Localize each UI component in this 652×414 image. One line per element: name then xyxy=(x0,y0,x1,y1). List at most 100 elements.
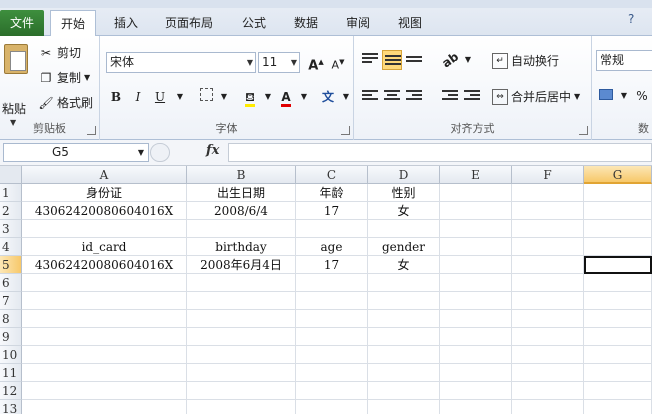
cell-a7[interactable] xyxy=(22,292,187,310)
tab-insert[interactable]: 插入 xyxy=(104,10,148,36)
cell-f8[interactable] xyxy=(512,310,584,328)
phonetic-dropdown-icon[interactable]: ▼ xyxy=(336,87,356,107)
insert-function-icon[interactable]: fx xyxy=(206,143,219,158)
phonetic-button[interactable]: 文 xyxy=(318,87,338,107)
cell-f7[interactable] xyxy=(512,292,584,310)
cell-f11[interactable] xyxy=(512,364,584,382)
cell-b4[interactable]: birthday xyxy=(187,238,296,256)
help-icon[interactable]: ? xyxy=(628,12,642,26)
increase-indent-button[interactable] xyxy=(462,86,482,106)
select-all-corner[interactable] xyxy=(0,166,22,184)
cell-d10[interactable] xyxy=(368,346,440,364)
row-header[interactable]: 5 xyxy=(0,256,22,274)
cell-g6[interactable] xyxy=(584,274,652,292)
accounting-format-button[interactable] xyxy=(596,86,616,106)
cell-a3[interactable] xyxy=(22,220,187,238)
cell-c13[interactable] xyxy=(296,400,368,414)
cell-e4[interactable] xyxy=(440,238,512,256)
row-header[interactable]: 10 xyxy=(0,346,22,364)
cell-g11[interactable] xyxy=(584,364,652,382)
align-right-button[interactable] xyxy=(404,86,424,106)
cell-b6[interactable] xyxy=(187,274,296,292)
cell-a11[interactable] xyxy=(22,364,187,382)
cell-d7[interactable] xyxy=(368,292,440,310)
bold-button[interactable]: B xyxy=(106,87,126,107)
cell-e9[interactable] xyxy=(440,328,512,346)
column-header-e[interactable]: E xyxy=(440,166,512,184)
cell-b1[interactable]: 出生日期 xyxy=(187,184,296,202)
wrap-text-button[interactable]: ↵ 自动换行 xyxy=(492,52,559,69)
clipboard-launcher-icon[interactable] xyxy=(87,126,96,135)
cell-d5[interactable]: 女 xyxy=(368,256,440,274)
row-header[interactable]: 7 xyxy=(0,292,22,310)
cell-d6[interactable] xyxy=(368,274,440,292)
cell-c6[interactable] xyxy=(296,274,368,292)
tab-view[interactable]: 视图 xyxy=(388,10,432,36)
cell-f3[interactable] xyxy=(512,220,584,238)
column-header-f[interactable]: F xyxy=(512,166,584,184)
cell-d9[interactable] xyxy=(368,328,440,346)
cell-e6[interactable] xyxy=(440,274,512,292)
align-bottom-button[interactable] xyxy=(404,50,424,70)
formula-input[interactable] xyxy=(228,143,652,162)
cell-b2[interactable]: 2008/6/4 xyxy=(187,202,296,220)
cell-b13[interactable] xyxy=(187,400,296,414)
formula-bar-handle[interactable] xyxy=(150,143,170,162)
cell-f1[interactable] xyxy=(512,184,584,202)
chevron-down-icon[interactable]: ▼ xyxy=(138,144,144,161)
decrease-indent-button[interactable] xyxy=(440,86,460,106)
cell-b5[interactable]: 2008年6月4日 xyxy=(187,256,296,274)
cell-a1[interactable]: 身份证 xyxy=(22,184,187,202)
cell-a13[interactable] xyxy=(22,400,187,414)
shrink-font-button[interactable]: A▼ xyxy=(328,52,348,72)
column-header-g[interactable]: G xyxy=(584,166,652,184)
cell-g13[interactable] xyxy=(584,400,652,414)
cell-g1[interactable] xyxy=(584,184,652,202)
cell-e12[interactable] xyxy=(440,382,512,400)
tab-file[interactable]: 文件 xyxy=(0,10,44,36)
paste-button[interactable]: 粘贴 ▼ xyxy=(0,36,32,127)
cell-d4[interactable]: gender xyxy=(368,238,440,256)
align-middle-button[interactable] xyxy=(382,50,402,70)
cell-b11[interactable] xyxy=(187,364,296,382)
copy-dropdown-icon[interactable]: ▼ xyxy=(84,73,90,82)
cell-a8[interactable] xyxy=(22,310,187,328)
cell-c8[interactable] xyxy=(296,310,368,328)
cell-f6[interactable] xyxy=(512,274,584,292)
cell-f5[interactable] xyxy=(512,256,584,274)
cell-c5[interactable]: 17 xyxy=(296,256,368,274)
cell-f9[interactable] xyxy=(512,328,584,346)
tab-home[interactable]: 开始 xyxy=(50,10,96,37)
cell-b8[interactable] xyxy=(187,310,296,328)
borders-button[interactable] xyxy=(196,87,216,107)
orientation-dropdown-icon[interactable]: ▼ xyxy=(458,50,478,70)
row-header[interactable]: 6 xyxy=(0,274,22,292)
cell-a9[interactable] xyxy=(22,328,187,346)
orientation-button[interactable]: ab xyxy=(439,49,461,70)
cell-c10[interactable] xyxy=(296,346,368,364)
font-launcher-icon[interactable] xyxy=(341,126,350,135)
grow-font-button[interactable]: A▲ xyxy=(306,52,326,73)
cell-f4[interactable] xyxy=(512,238,584,256)
cell-f10[interactable] xyxy=(512,346,584,364)
alignment-launcher-icon[interactable] xyxy=(579,126,588,135)
cell-a4[interactable]: id_card xyxy=(22,238,187,256)
tab-page-layout[interactable]: 页面布局 xyxy=(156,10,222,36)
cell-a6[interactable] xyxy=(22,274,187,292)
font-color-dropdown-icon[interactable]: ▼ xyxy=(294,87,314,107)
row-header[interactable]: 13 xyxy=(0,400,22,414)
fill-color-button[interactable]: ⛾ xyxy=(240,87,260,107)
align-center-button[interactable] xyxy=(382,86,402,106)
cell-d1[interactable]: 性别 xyxy=(368,184,440,202)
cut-button[interactable]: ✂ 剪切 xyxy=(38,44,81,61)
cell-g7[interactable] xyxy=(584,292,652,310)
cell-g4[interactable] xyxy=(584,238,652,256)
underline-button[interactable]: U xyxy=(150,87,170,107)
cell-c11[interactable] xyxy=(296,364,368,382)
merge-center-button[interactable]: ⇔ 合并后居中 ▼ xyxy=(492,88,580,105)
row-header[interactable]: 1 xyxy=(0,184,22,202)
cell-e7[interactable] xyxy=(440,292,512,310)
cell-g8[interactable] xyxy=(584,310,652,328)
row-header[interactable]: 8 xyxy=(0,310,22,328)
cell-g9[interactable] xyxy=(584,328,652,346)
